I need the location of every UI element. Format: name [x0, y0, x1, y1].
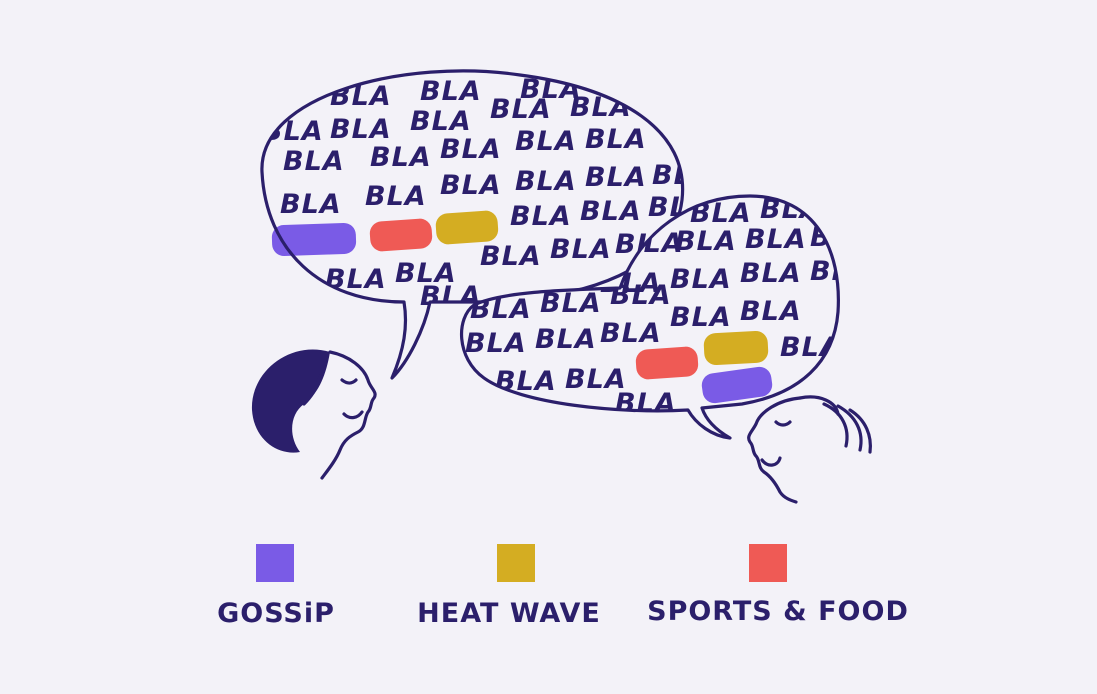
bla-word: BLA	[600, 318, 662, 349]
heat-wave-swatch	[497, 544, 535, 582]
gossip-label: GOSSiP	[217, 598, 335, 629]
bla-word: BLA	[465, 328, 527, 359]
bla-word: BLA	[410, 106, 472, 137]
bla-word: BLA	[370, 142, 432, 173]
legend: GOSSiP HEAT WAVE SPORTS & FOOD	[217, 544, 909, 629]
bla-word: BLA	[585, 124, 647, 155]
right-person-illustration	[747, 395, 872, 504]
right-person-head	[798, 395, 840, 416]
bla-word: BLA	[440, 170, 502, 201]
bla-word: BLA	[810, 222, 872, 253]
sports-food-mark	[369, 218, 433, 252]
illustration-page: BLA BLA BLA BLA BLA BLA BLA BLA BLA BLA …	[0, 0, 1097, 694]
sports-food-swatch	[749, 544, 787, 582]
right-person-mouth	[760, 456, 782, 467]
sports-food-label: SPORTS & FOOD	[647, 596, 909, 627]
sports-food-mark	[635, 346, 699, 380]
bla-word: BLA	[675, 226, 737, 257]
left-person-illustration	[251, 349, 377, 480]
heat-wave-mark	[703, 330, 769, 366]
left-person-face	[320, 350, 377, 480]
bla-word: BLA	[670, 302, 732, 333]
bla-word: BLA	[810, 256, 872, 287]
left-person-mouth	[342, 410, 364, 420]
left-person-eye	[340, 378, 358, 385]
right-person-hair-strand	[836, 404, 863, 452]
bla-word: BLA	[535, 324, 597, 355]
bla-word: BLA	[480, 241, 542, 272]
bla-word: BLA	[740, 258, 802, 289]
heat-wave-mark	[435, 210, 499, 245]
bla-word: BLA	[330, 81, 392, 112]
bla-word: BLA	[670, 264, 732, 295]
bla-word: BLA	[515, 166, 577, 197]
right-person-face	[747, 396, 802, 504]
bla-word: BLA	[510, 201, 572, 232]
bla-word: BLA	[262, 116, 324, 147]
gossip-mark	[271, 222, 357, 257]
bla-word: BLA	[610, 280, 672, 311]
bla-word: BLA	[440, 134, 502, 165]
bla-word: BLA	[420, 76, 482, 107]
bla-word: BLA	[580, 196, 642, 227]
bla-word: BLA	[585, 162, 647, 193]
bla-word: BLA	[570, 92, 632, 123]
left-person-hair	[251, 349, 330, 453]
bla-word: BLA	[495, 366, 557, 397]
bla-word: BLA	[550, 234, 612, 265]
heat-wave-label: HEAT WAVE	[417, 598, 601, 629]
bla-word: BLA	[615, 388, 677, 419]
bla-word: BLA	[490, 94, 552, 125]
bla-word: BLA	[745, 224, 807, 255]
bla-word: BLA	[325, 264, 387, 295]
bla-word: BLA	[690, 198, 752, 229]
bla-word: BLA	[330, 114, 392, 145]
gossip-swatch	[256, 544, 294, 582]
bla-word: BLA	[365, 181, 427, 212]
bla-word: BLA	[280, 189, 342, 220]
bla-word: BLA	[515, 126, 577, 157]
right-person-eye	[774, 420, 792, 427]
bla-word: BLA	[740, 296, 802, 327]
conversation-illustration: BLA BLA BLA BLA BLA BLA BLA BLA BLA BLA …	[217, 69, 909, 629]
bla-word: BLA	[283, 146, 345, 177]
